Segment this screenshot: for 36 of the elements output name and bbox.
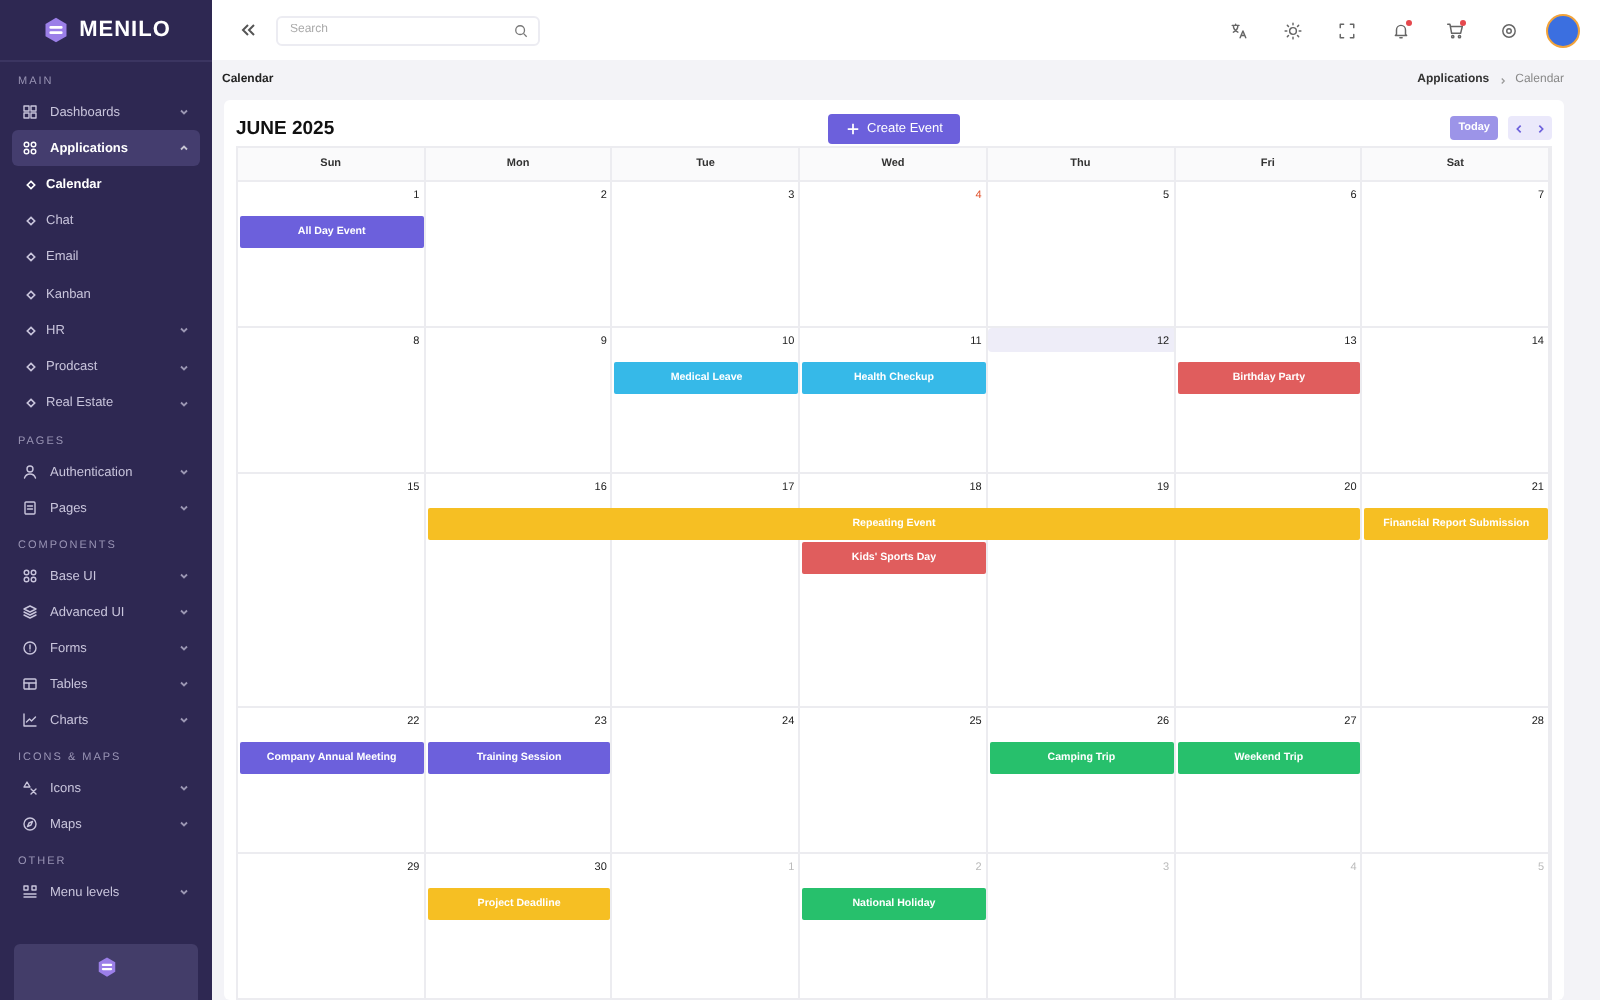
diamond-icon [26, 325, 36, 336]
shapes-icon [22, 780, 38, 797]
sun-icon[interactable] [1284, 21, 1302, 39]
collapse-icon[interactable] [240, 22, 256, 38]
compass-icon [22, 816, 38, 833]
info-icon [22, 640, 38, 657]
avatar[interactable] [1546, 13, 1580, 47]
diamond-icon [26, 252, 36, 263]
chevron-right-icon [1497, 75, 1508, 85]
fullscreen-icon[interactable] [1338, 21, 1356, 39]
logo-icon [95, 956, 117, 978]
cart-icon[interactable] [1446, 21, 1464, 39]
calendar-title: JUNE 2025 [236, 117, 337, 139]
search-icon [514, 23, 528, 37]
file-icon [22, 500, 38, 517]
diamond-icon [26, 215, 36, 226]
brand-name: MENILO [79, 18, 171, 42]
logo-icon [41, 16, 70, 44]
person-icon [22, 464, 38, 481]
diamond-icon [26, 362, 36, 373]
bell-icon[interactable] [1392, 21, 1410, 39]
line-chart-icon [22, 712, 38, 729]
table-icon [22, 676, 38, 693]
diamond-icon [26, 289, 36, 300]
chevron-left-icon [1514, 123, 1524, 133]
menu-levels-icon [22, 884, 38, 901]
apps-icon [22, 568, 38, 585]
chevron-right-icon [1536, 123, 1546, 133]
settings-icon[interactable] [1500, 21, 1518, 39]
diamond-icon [26, 179, 36, 190]
layers-icon [22, 604, 38, 621]
apps-icon [22, 140, 38, 156]
plus-icon [845, 121, 860, 135]
translate-icon[interactable] [1230, 21, 1248, 39]
grid-icon [22, 104, 38, 120]
diamond-icon [26, 398, 36, 409]
